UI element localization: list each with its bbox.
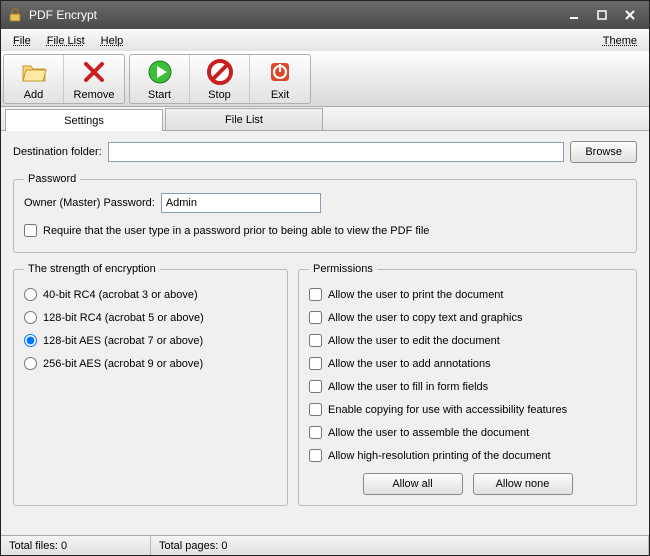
- toolgroup-file: Add Remove: [3, 54, 125, 104]
- enc-128-rc4-radio[interactable]: [24, 311, 37, 324]
- enc-opt2: 128-bit RC4 (acrobat 5 or above): [43, 312, 204, 324]
- perm-p1: Allow the user to print the document: [328, 289, 503, 301]
- menubar: File File List Help Theme: [1, 29, 649, 51]
- permissions-legend: Permissions: [309, 263, 377, 275]
- tab-row: Settings File List: [1, 107, 649, 131]
- perm-p2: Allow the user to copy text and graphics: [328, 312, 522, 324]
- remove-button[interactable]: Remove: [64, 55, 124, 103]
- menu-filelist[interactable]: File List: [39, 33, 93, 49]
- status-total-pages: Total pages: 0: [151, 536, 649, 555]
- encryption-legend: The strength of encryption: [24, 263, 160, 275]
- owner-pw-input[interactable]: [161, 193, 321, 213]
- stop-button[interactable]: Stop: [190, 55, 250, 103]
- settings-panel: Destination folder: Browse Password Owne…: [1, 131, 649, 535]
- perm-annotate-checkbox[interactable]: [309, 357, 322, 370]
- perm-p5: Allow the user to fill in form fields: [328, 381, 488, 393]
- perm-assemble-checkbox[interactable]: [309, 426, 322, 439]
- lock-icon: [7, 7, 23, 23]
- perm-edit-checkbox[interactable]: [309, 334, 322, 347]
- start-label: Start: [148, 89, 171, 101]
- app-window: PDF Encrypt File File List Help Theme Ad…: [0, 0, 650, 556]
- perm-p4: Allow the user to add annotations: [328, 358, 491, 370]
- add-label: Add: [24, 89, 44, 101]
- perm-p3: Allow the user to edit the document: [328, 335, 500, 347]
- perm-p8: Allow high-resolution printing of the do…: [328, 450, 551, 462]
- enc-opt4: 256-bit AES (acrobat 9 or above): [43, 358, 203, 370]
- perm-accessibility-checkbox[interactable]: [309, 403, 322, 416]
- perm-p7: Allow the user to assemble the document: [328, 427, 529, 439]
- window-title: PDF Encrypt: [29, 8, 559, 22]
- require-pw-checkbox[interactable]: [24, 224, 37, 237]
- enc-40-rc4-radio[interactable]: [24, 288, 37, 301]
- status-total-files: Total files: 0: [1, 536, 151, 555]
- delete-x-icon: [80, 58, 108, 86]
- exit-label: Exit: [271, 89, 289, 101]
- enc-128-aes-radio[interactable]: [24, 334, 37, 347]
- tab-settings[interactable]: Settings: [5, 109, 163, 131]
- enc-256-aes-radio[interactable]: [24, 357, 37, 370]
- titlebar: PDF Encrypt: [1, 1, 649, 29]
- perm-copy-checkbox[interactable]: [309, 311, 322, 324]
- close-button[interactable]: [617, 6, 643, 24]
- enc-opt3: 128-bit AES (acrobat 7 or above): [43, 335, 203, 347]
- maximize-button[interactable]: [589, 6, 615, 24]
- allow-none-button[interactable]: Allow none: [473, 473, 573, 495]
- allow-all-button[interactable]: Allow all: [363, 473, 463, 495]
- menu-file[interactable]: File: [5, 33, 39, 49]
- perm-print-checkbox[interactable]: [309, 288, 322, 301]
- stop-label: Stop: [208, 89, 231, 101]
- owner-pw-label: Owner (Master) Password:: [24, 197, 155, 209]
- require-pw-label: Require that the user type in a password…: [43, 225, 429, 237]
- play-icon: [146, 58, 174, 86]
- perm-p6: Enable copying for use with accessibilit…: [328, 404, 567, 416]
- permissions-group: Permissions Allow the user to print the …: [298, 263, 637, 506]
- dest-label: Destination folder:: [13, 146, 102, 158]
- exit-button[interactable]: Exit: [250, 55, 310, 103]
- toolgroup-run: Start Stop Exit: [129, 54, 311, 104]
- dest-input[interactable]: [108, 142, 565, 162]
- minimize-button[interactable]: [561, 6, 587, 24]
- statusbar: Total files: 0 Total pages: 0: [1, 535, 649, 555]
- start-button[interactable]: Start: [130, 55, 190, 103]
- stop-icon: [206, 58, 234, 86]
- encryption-group: The strength of encryption 40-bit RC4 (a…: [13, 263, 288, 506]
- perm-forms-checkbox[interactable]: [309, 380, 322, 393]
- remove-label: Remove: [74, 89, 115, 101]
- enc-opt1: 40-bit RC4 (acrobat 3 or above): [43, 289, 198, 301]
- menu-help[interactable]: Help: [93, 33, 132, 49]
- browse-button[interactable]: Browse: [570, 141, 637, 163]
- toolbar: Add Remove Start Stop: [1, 51, 649, 107]
- password-legend: Password: [24, 173, 80, 185]
- add-button[interactable]: Add: [4, 55, 64, 103]
- perm-hires-print-checkbox[interactable]: [309, 449, 322, 462]
- password-group: Password Owner (Master) Password: Requir…: [13, 173, 637, 253]
- power-icon: [266, 58, 294, 86]
- tab-filelist[interactable]: File List: [165, 108, 323, 130]
- folder-open-icon: [20, 58, 48, 86]
- menu-theme[interactable]: Theme: [595, 33, 645, 49]
